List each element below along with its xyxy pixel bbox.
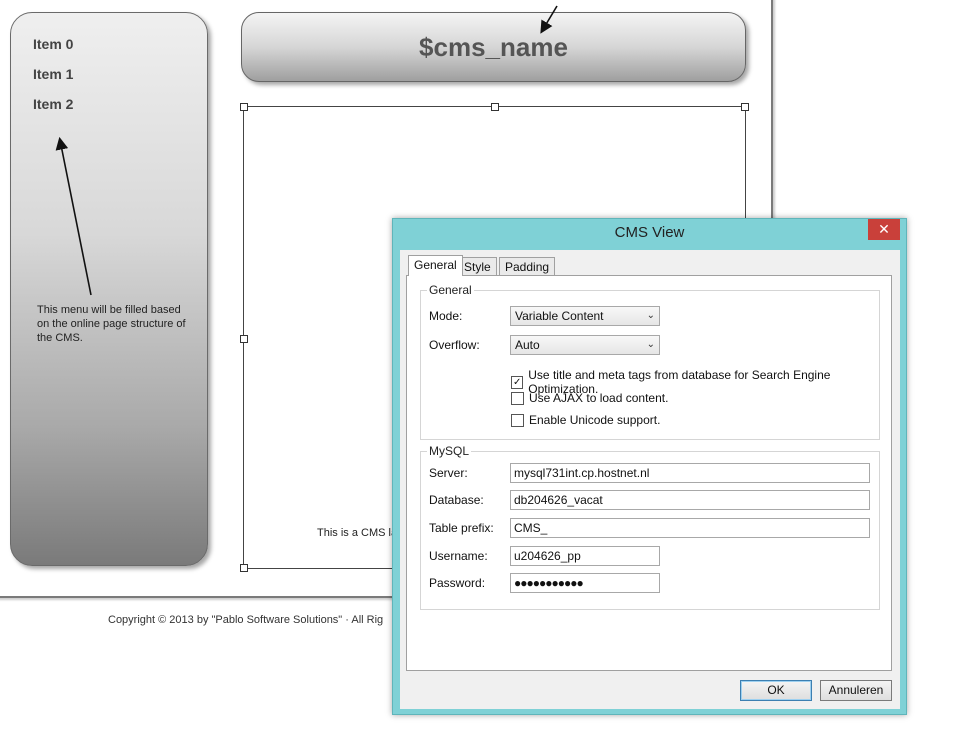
- chevron-down-icon: ⌄: [646, 339, 655, 350]
- dialog-title: CMS View: [614, 224, 685, 241]
- ajax-checkbox[interactable]: [511, 391, 524, 405]
- username-label: Username:: [429, 549, 488, 563]
- chevron-down-icon: ⌄: [646, 310, 655, 321]
- overflow-value: Auto: [515, 338, 540, 352]
- ajax-checkbox-row[interactable]: Use AJAX to load content.: [511, 391, 668, 405]
- cancel-button[interactable]: Annuleren: [820, 680, 892, 701]
- unicode-checkbox-label: Enable Unicode support.: [529, 413, 661, 427]
- dialog-body: General Style Padding General Mode: Vari…: [400, 250, 900, 709]
- general-group-label: General: [427, 283, 474, 297]
- server-input[interactable]: mysql731int.cp.hostnet.nl: [510, 463, 870, 483]
- server-label: Server:: [429, 466, 468, 480]
- database-input[interactable]: db204626_vacat: [510, 490, 870, 510]
- table-prefix-label: Table prefix:: [429, 521, 494, 535]
- title-arrow-icon: [540, 5, 558, 34]
- close-button[interactable]: ✕: [868, 219, 900, 240]
- password-input[interactable]: ●●●●●●●●●●●: [510, 573, 660, 593]
- ok-button[interactable]: OK: [740, 680, 812, 701]
- tab-panel-general: General Mode: Variable Content ⌄ Overflo…: [406, 275, 892, 671]
- password-label: Password:: [429, 576, 486, 590]
- username-input[interactable]: u204626_pp: [510, 546, 660, 566]
- table-prefix-input[interactable]: CMS_: [510, 518, 870, 538]
- cms-view-dialog: CMS View ✕ General Style Padding General…: [392, 218, 907, 715]
- mode-select[interactable]: Variable Content ⌄: [510, 306, 660, 326]
- unicode-checkbox[interactable]: [511, 413, 524, 427]
- mode-label: Mode:: [429, 309, 463, 323]
- ajax-checkbox-label: Use AJAX to load content.: [529, 391, 669, 405]
- unicode-checkbox-row[interactable]: Enable Unicode support.: [511, 413, 660, 427]
- tab-general[interactable]: General: [408, 255, 463, 276]
- mysql-group-label: MySQL: [427, 444, 472, 458]
- seo-checkbox[interactable]: ✓: [511, 375, 524, 389]
- mode-value: Variable Content: [515, 309, 604, 323]
- mysql-group: MySQL Server: mysql731int.cp.hostnet.nl …: [420, 444, 880, 610]
- menu-arrow-icon: [55, 136, 92, 296]
- tab-padding[interactable]: Padding: [499, 257, 556, 275]
- database-label: Database:: [429, 493, 484, 507]
- general-group: General Mode: Variable Content ⌄ Overflo…: [420, 283, 880, 440]
- tab-style[interactable]: Style: [458, 257, 497, 275]
- overflow-label: Overflow:: [429, 338, 480, 352]
- overflow-select[interactable]: Auto ⌄: [510, 335, 660, 355]
